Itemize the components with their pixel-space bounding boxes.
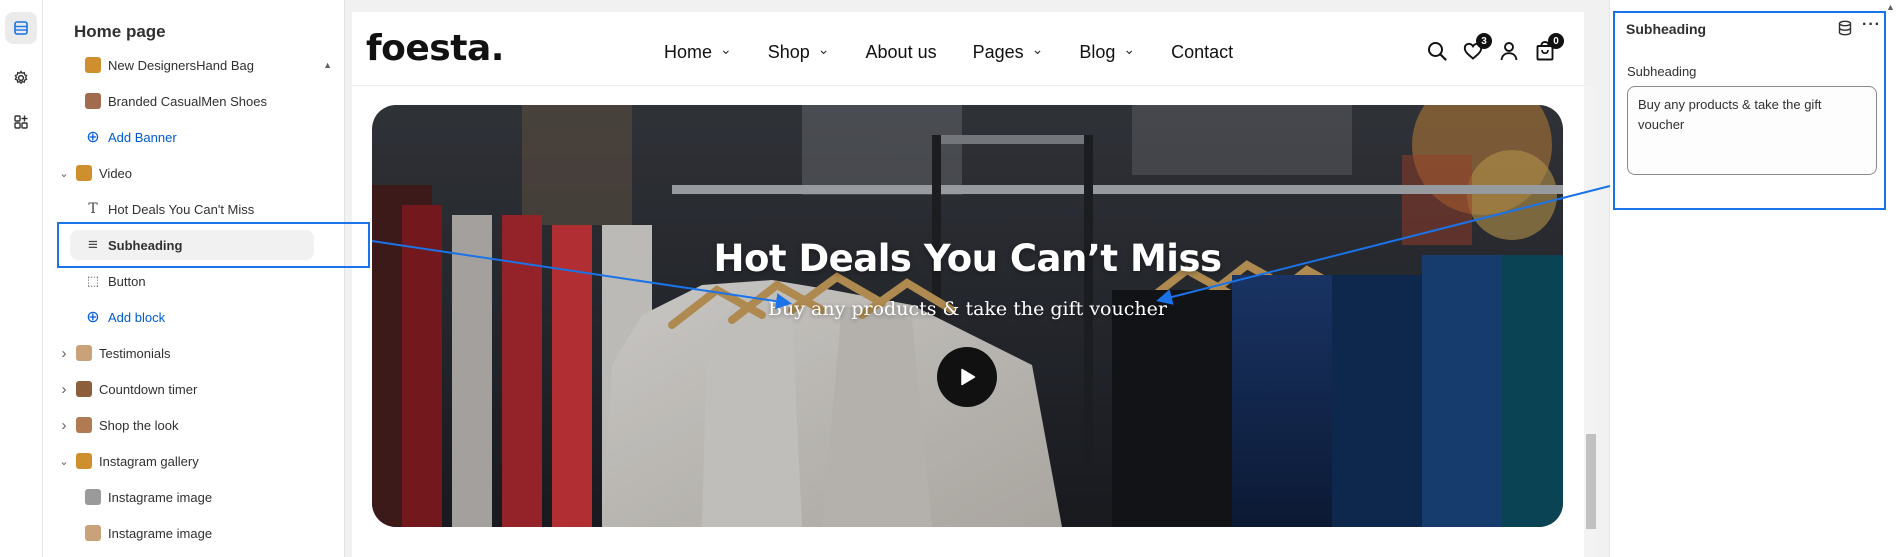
scroll-up-arrow-icon[interactable]: ▲ [1886, 2, 1895, 12]
nav-item-pages[interactable]: Pages ⌄ [972, 41, 1044, 63]
preview-scrollbar-thumb[interactable] [1586, 434, 1596, 529]
tree-item-hot-deals-you-can-t-miss[interactable]: T Hot Deals You Can't Miss [85, 194, 325, 224]
nav-item-contact[interactable]: Contact [1171, 42, 1233, 63]
tree-item-label: Countdown timer [99, 381, 198, 397]
section-thumbnail-icon [76, 453, 92, 469]
tree-item-label: Video [99, 165, 133, 181]
image-thumbnail-icon [85, 57, 101, 73]
chevron-down-icon: ⌄ [720, 41, 732, 57]
nav-item-label: Shop [767, 42, 810, 62]
nav-item-shop[interactable]: Shop ⌄ [767, 41, 830, 63]
section-thumbnail-icon [76, 381, 92, 397]
tree-item-label: Instagrame image [108, 525, 213, 541]
tree-item-button[interactable]: ⬚ Button [85, 266, 325, 296]
tree-item-label: New DesignersHand Bag [108, 57, 254, 73]
nav-item-label: About us [865, 42, 937, 62]
tree-item-label: Shop the look [99, 417, 179, 433]
plus-circle-icon: ⊕ [86, 129, 100, 146]
tree-item-label: Testimonials [99, 345, 171, 361]
nav-item-home[interactable]: Home ⌄ [664, 41, 732, 63]
section-thumbnail-icon [76, 345, 92, 361]
video-hero: Hot Deals You Can’t Miss Buy any product… [372, 105, 1563, 527]
wishlist-count-badge: 3 [1476, 33, 1492, 49]
tree-item-label: Instagram gallery [99, 453, 199, 469]
tree-item-add-banner[interactable]: ⊕ Add Banner [85, 122, 325, 152]
panel-highlight-box [1613, 11, 1886, 210]
image-thumbnail-icon [85, 525, 101, 541]
plus-circle-icon: ⊕ [86, 309, 100, 326]
image-thumbnail-icon [85, 489, 101, 505]
section-thumbnail-icon [76, 165, 92, 181]
apps-rail-button[interactable] [5, 106, 37, 138]
text-icon: T [88, 201, 98, 217]
nav-item-blog[interactable]: Blog ⌄ [1079, 41, 1136, 63]
tree-item-instagrame-image[interactable]: Instagrame image [85, 518, 325, 548]
tree-item-testimonials[interactable]: › Testimonials [44, 338, 324, 368]
tree-item-label: Instagrame image [108, 489, 213, 505]
hero-subheading: Buy any products & take the gift voucher [768, 298, 1167, 320]
hero-title: Hot Deals You Can’t Miss [713, 237, 1223, 280]
store-header: foesta. Home ⌄ Shop ⌄ About us Pages ⌄ Blog ⌄ Con… [352, 12, 1584, 86]
chevron-down-icon: ⌄ [1031, 41, 1044, 57]
chevron-down-icon: ⌄ [1123, 41, 1136, 57]
theme-editor: Home page ▲ New DesignersHand Bag Branded… [0, 0, 1903, 557]
icon-rail [0, 0, 43, 557]
settings-rail-button[interactable] [5, 62, 37, 94]
tree-item-add-block[interactable]: ⊕ Add block [85, 302, 325, 332]
button-icon: ⬚ [86, 273, 100, 288]
nav-item-label: Pages [972, 42, 1024, 62]
store-preview: foesta. Home ⌄ Shop ⌄ About us Pages ⌄ Blog ⌄ Con… [352, 12, 1596, 557]
main-nav: Home ⌄ Shop ⌄ About us Pages ⌄ Blog ⌄ Contact [664, 41, 1269, 63]
header-icons: 3 0 [1426, 33, 1564, 62]
play-button[interactable] [937, 347, 997, 407]
store-logo[interactable]: foesta. [366, 28, 504, 69]
sidebar-highlight-box [57, 222, 370, 268]
tree-item-video[interactable]: ⌄ Video [44, 158, 324, 188]
gear-icon [14, 70, 28, 85]
tree-item-label: Branded CasualMen Shoes [108, 93, 267, 109]
nav-item-label: Blog [1079, 42, 1116, 62]
nav-item-label: Contact [1171, 42, 1234, 62]
chevron-right-icon[interactable]: › [58, 345, 70, 362]
tree-item-branded-casualmen-shoes[interactable]: Branded CasualMen Shoes [85, 86, 325, 116]
search-icon[interactable] [1426, 40, 1448, 62]
tree-item-new-designershand-bag[interactable]: New DesignersHand Bag [85, 50, 325, 80]
tree-item-label: Button [108, 273, 146, 289]
chevron-right-icon[interactable]: › [58, 381, 70, 398]
chevron-down-icon: ⌄ [817, 41, 830, 57]
tree-item-instagrame-image[interactable]: Instagrame image [85, 482, 325, 512]
apps-icon [14, 115, 28, 129]
bag-icon[interactable]: 0 [1534, 33, 1564, 62]
chevron-down-icon[interactable]: ⌄ [58, 455, 70, 468]
tree-item-countdown-timer[interactable]: › Countdown timer [44, 374, 324, 404]
page-title: Home page [74, 22, 166, 41]
tree-item-label: Hot Deals You Can't Miss [108, 201, 255, 217]
chevron-down-icon[interactable]: ⌄ [58, 167, 70, 180]
tree-item-shop-the-look[interactable]: › Shop the look [44, 410, 324, 440]
nav-item-about-us[interactable]: About us [866, 42, 937, 63]
user-icon[interactable] [1498, 40, 1520, 62]
sections-rail-button[interactable] [5, 12, 37, 44]
sections-icon [14, 21, 28, 35]
tree-item-label: Add Banner [108, 129, 177, 145]
nav-item-label: Home [664, 42, 713, 62]
tree-item-instagram-gallery[interactable]: ⌄ Instagram gallery [44, 446, 324, 476]
tree-item-label: Add block [108, 309, 166, 325]
section-thumbnail-icon [76, 417, 92, 433]
heart-icon[interactable]: 3 [1462, 33, 1492, 62]
cart-count-badge: 0 [1548, 33, 1564, 49]
sections-sidebar: Home page ▲ New DesignersHand Bag Branded… [44, 0, 345, 557]
chevron-right-icon[interactable]: › [58, 417, 70, 434]
image-thumbnail-icon [85, 93, 101, 109]
play-icon [961, 368, 976, 386]
